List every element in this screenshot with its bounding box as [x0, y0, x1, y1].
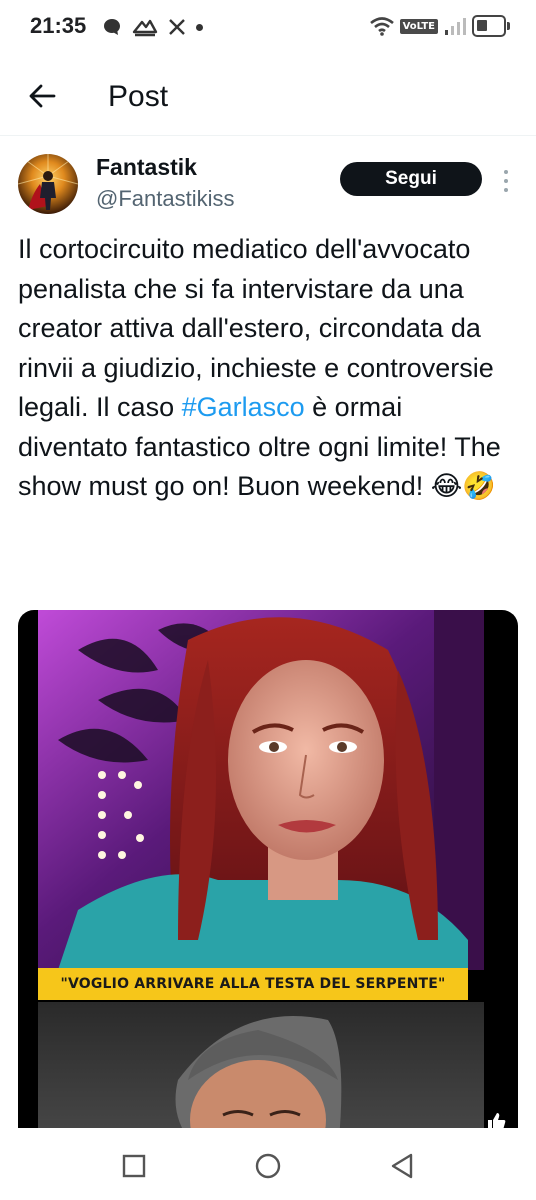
notification-dot-icon — [196, 23, 203, 31]
recents-button[interactable] — [116, 1148, 152, 1184]
status-bar: 21:35 VoLTE — [0, 0, 536, 56]
system-navigation-bar — [0, 1128, 536, 1200]
video-thumbnail — [38, 610, 484, 1150]
battery-icon — [472, 15, 510, 37]
status-left-icons — [102, 13, 203, 41]
author-display-name[interactable]: Fantastik — [96, 154, 197, 181]
signal-icon — [445, 18, 466, 35]
x-logo-icon — [169, 19, 185, 35]
status-right-icons: VoLTE — [369, 12, 510, 40]
avatar-image — [18, 154, 78, 214]
hashtag-link[interactable]: #Garlasco — [182, 392, 305, 422]
follow-button[interactable]: Segui — [340, 162, 482, 196]
author-handle[interactable]: @Fantastikiss — [96, 186, 234, 212]
arrow-left-icon — [29, 84, 56, 108]
page-title: Post — [108, 80, 169, 113]
post-media[interactable]: "VOGLIO ARRIVARE ALLA TESTA DEL SERPENTE… — [18, 610, 518, 1150]
avatar[interactable] — [18, 154, 78, 214]
more-vertical-icon — [504, 170, 508, 174]
video-frame — [38, 610, 484, 1150]
volte-icon: VoLTE — [399, 18, 438, 34]
status-time: 21:35 — [30, 13, 87, 38]
wifi-icon — [369, 17, 394, 36]
cloud-sync-icon — [132, 19, 158, 37]
video-caption-text: "VOGLIO ARRIVARE ALLA TESTA DEL SERPENTE… — [60, 976, 446, 992]
system-back-button[interactable] — [384, 1148, 420, 1184]
back-triangle-icon — [391, 1153, 413, 1179]
home-circle-icon — [255, 1153, 281, 1179]
top-app-bar: Post — [0, 56, 536, 136]
home-button[interactable] — [250, 1148, 286, 1184]
video-caption-bar: "VOGLIO ARRIVARE ALLA TESTA DEL SERPENTE… — [38, 968, 468, 1000]
chat-bubble-icon — [104, 19, 120, 35]
recents-square-icon — [122, 1154, 146, 1178]
post-text: Il cortocircuito mediatico dell'avvocato… — [18, 230, 518, 507]
back-button[interactable] — [24, 78, 60, 114]
more-options-button[interactable] — [498, 166, 514, 196]
